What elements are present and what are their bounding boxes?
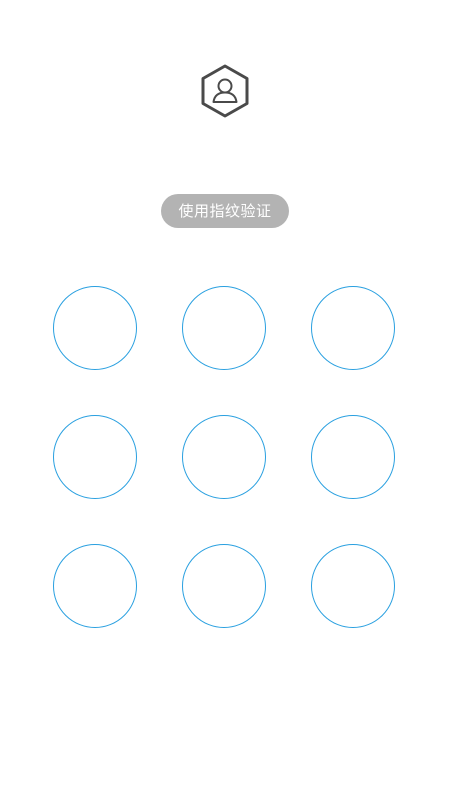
pattern-dot-4[interactable] bbox=[53, 415, 137, 499]
pattern-dot-8[interactable] bbox=[182, 544, 266, 628]
pattern-grid[interactable] bbox=[53, 286, 397, 630]
pattern-dot-5[interactable] bbox=[182, 415, 266, 499]
pattern-dot-7[interactable] bbox=[53, 544, 137, 628]
use-fingerprint-button[interactable]: 使用指纹验证 bbox=[161, 194, 289, 228]
pattern-lock-screen: 使用指纹验证 bbox=[0, 0, 450, 800]
pattern-dot-9[interactable] bbox=[311, 544, 395, 628]
pattern-dot-6[interactable] bbox=[311, 415, 395, 499]
user-hexagon-icon bbox=[199, 64, 251, 118]
pattern-dot-1[interactable] bbox=[53, 286, 137, 370]
pattern-dot-2[interactable] bbox=[182, 286, 266, 370]
pattern-dot-3[interactable] bbox=[311, 286, 395, 370]
